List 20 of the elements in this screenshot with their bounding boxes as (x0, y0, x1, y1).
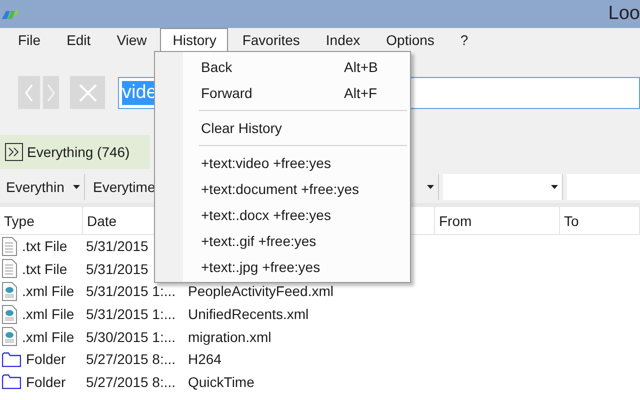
table-cell: PeopleActivityFeed.xml (188, 283, 334, 300)
table-cell: 5/31/2015 1:... (86, 306, 176, 322)
table-cell: Folder (26, 374, 66, 390)
table-cell: Folder (26, 351, 66, 368)
table-cell: 5/31/2015 (86, 260, 148, 277)
table-cell: migration.xml (188, 328, 272, 345)
table-cell: .txt File (22, 260, 68, 277)
table-cell: H264 (188, 351, 222, 368)
table-cell: 5/27/2015 8:... (86, 374, 176, 390)
window-title: Loo (608, 3, 640, 25)
table-cell: 5/30/2015 1:... (86, 328, 176, 345)
table-cell: 5/31/2015 1:... (86, 283, 176, 300)
table-cell: UnifiedRecents.xml (188, 306, 309, 322)
table-cell: QuickTime (188, 374, 254, 390)
table-cell: .xml File (22, 283, 74, 300)
table-cell: 5/31/2015 (86, 238, 148, 254)
table-cell: .xml File (22, 306, 74, 322)
table-cell: 5/27/2015 8:... (86, 351, 176, 368)
table-cell: .txt File (22, 238, 68, 254)
table-cell: .xml File (22, 328, 74, 345)
